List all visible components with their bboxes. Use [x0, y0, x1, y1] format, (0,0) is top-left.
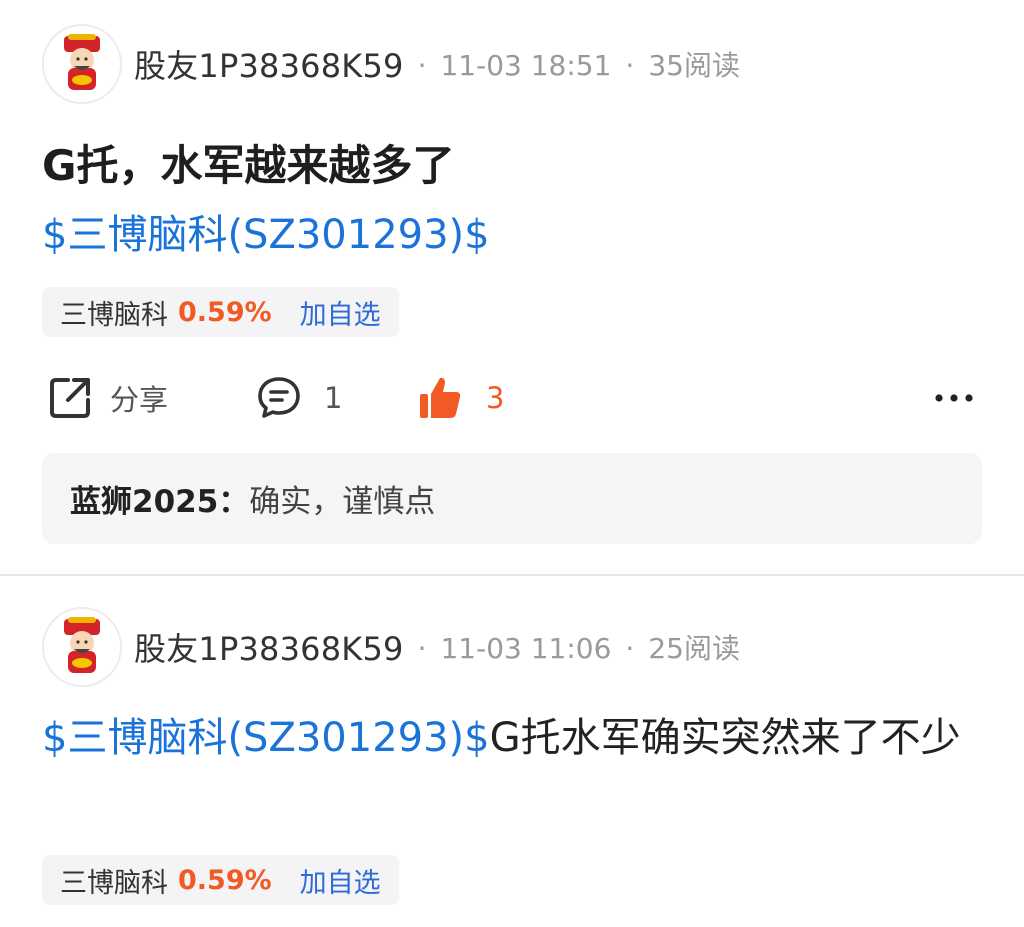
like-button[interactable]: 3	[416, 372, 504, 424]
fortune-god-avatar-icon	[64, 617, 100, 673]
action-bar: 分享 1 3	[42, 372, 982, 424]
feed: 股友1P38368K59 · 11-03 18:51 · 35阅读 G托，水军越来越多…	[0, 0, 1024, 927]
stock-change: 0.59%	[178, 864, 272, 896]
add-watchlist-button[interactable]: 加自选	[300, 861, 381, 900]
comment-icon	[258, 377, 300, 418]
avatar[interactable]	[42, 607, 122, 687]
fortune-god-avatar-icon	[64, 34, 100, 90]
author-name[interactable]: 股友1P38368K59	[134, 41, 404, 87]
read-count: 35阅读	[648, 49, 740, 82]
add-watchlist-button[interactable]: 加自选	[300, 293, 381, 332]
author-name[interactable]: 股友1P38368K59	[134, 624, 404, 670]
more-button[interactable]	[934, 372, 974, 424]
stock-chip[interactable]: 三博脑科 0.59% 加自选	[42, 855, 399, 905]
share-button[interactable]: 分享	[46, 372, 168, 424]
post-meta: · 11-03 11:06 · 25阅读	[417, 632, 740, 665]
reply-preview[interactable]: 蓝狮2025： 确实，谨慎点	[42, 453, 982, 544]
like-count: 3	[486, 381, 505, 415]
share-label: 分享	[110, 383, 169, 417]
post-meta: · 11-03 18:51 · 35阅读	[417, 49, 740, 82]
post-body: $三博脑科(SZ301293)$	[42, 210, 490, 260]
comment-count: 1	[324, 381, 343, 415]
post-date: 11-03 11:06	[440, 632, 612, 665]
stock-link[interactable]: $三博脑科(SZ301293)$	[42, 715, 490, 761]
reply-text: 确实，谨慎点	[249, 484, 436, 520]
stock-name: 三博脑科	[60, 299, 168, 331]
post-text: G托水军确实突然来了不少	[489, 715, 961, 761]
post-body: $三博脑科(SZ301293)$G托水军确实突然来了不少	[42, 705, 1002, 771]
post-header: 股友1P38368K59 · 11-03 11:06 · 25阅读	[42, 607, 740, 687]
post-card[interactable]: 股友1P38368K59 · 11-03 18:51 · 35阅读 G托，水军越来越多…	[0, 0, 1024, 575]
stock-change: 0.59%	[178, 296, 272, 328]
comment-button[interactable]: 1	[256, 372, 342, 424]
share-icon	[50, 378, 90, 418]
post-header: 股友1P38368K59 · 11-03 18:51 · 35阅读	[42, 24, 740, 104]
stock-chip[interactable]: 三博脑科 0.59% 加自选	[42, 287, 399, 337]
stock-name: 三博脑科	[60, 867, 168, 899]
thumbs-up-icon	[420, 377, 461, 418]
reply-user[interactable]: 蓝狮2025：	[70, 476, 249, 521]
post-date: 11-03 18:51	[440, 49, 612, 82]
read-count: 25阅读	[648, 632, 740, 665]
more-icon	[935, 394, 973, 402]
avatar[interactable]	[42, 24, 122, 104]
divider	[0, 574, 1024, 576]
stock-link[interactable]: $三博脑科(SZ301293)$	[42, 212, 490, 258]
post-title: G托，水军越来越多了	[42, 141, 455, 190]
